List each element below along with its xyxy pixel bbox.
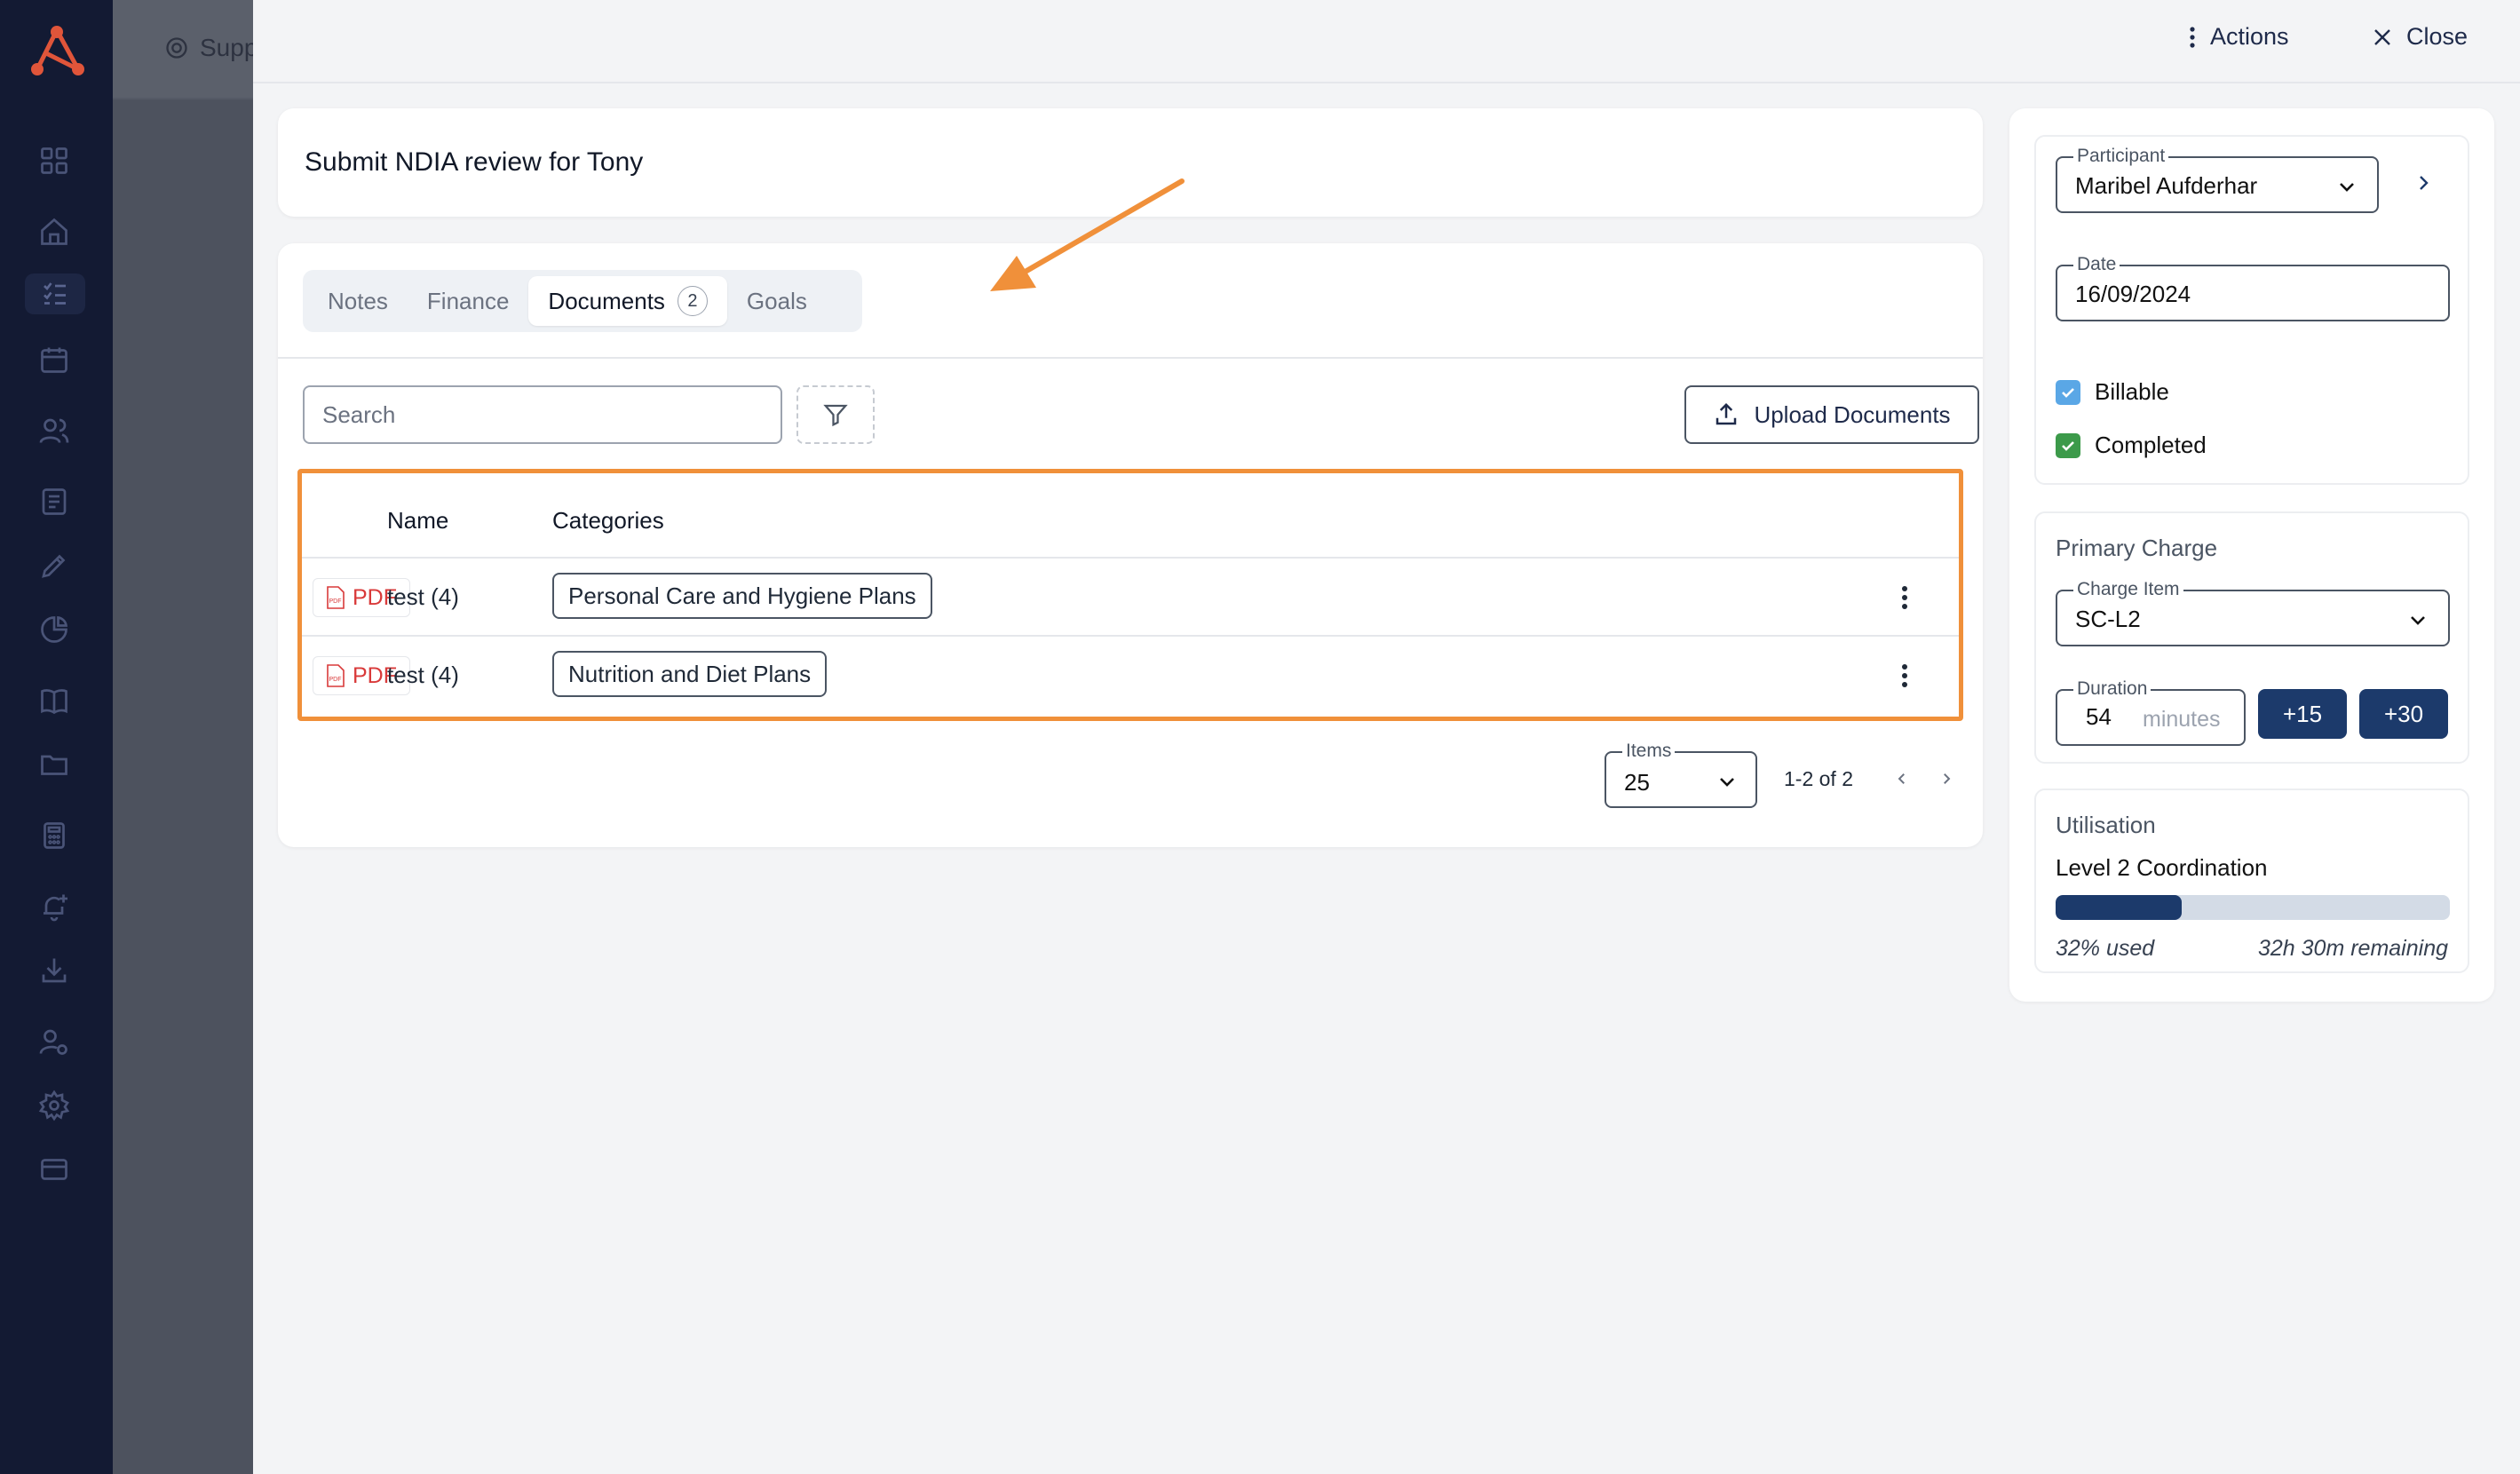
close-icon <box>2374 28 2390 45</box>
utilisation-title: Utilisation <box>2056 812 2156 838</box>
close-button[interactable]: Close <box>2373 23 2468 51</box>
add-15-minutes-button[interactable]: +15 <box>2258 689 2347 739</box>
tab-finance[interactable]: Finance <box>408 276 529 326</box>
pdf-file-icon: PDF <box>327 586 345 609</box>
chevron-left-icon <box>1898 773 1905 784</box>
tab-goals[interactable]: Goals <box>727 276 827 326</box>
items-per-page-select[interactable]: Items 25 <box>1605 741 1757 808</box>
participant-select[interactable]: Participant Maribel Aufderhar <box>2056 146 2379 213</box>
document-name[interactable]: test (4) <box>387 583 459 611</box>
items-label: Items <box>1622 741 1676 762</box>
actions-button[interactable]: Actions <box>2189 23 2289 51</box>
upload-documents-button[interactable]: Upload Documents <box>1684 385 1979 444</box>
document-name[interactable]: test (4) <box>387 662 459 689</box>
row-menu-button[interactable] <box>1891 660 1918 692</box>
home-icon[interactable] <box>34 211 75 252</box>
date-field[interactable]: Date 16/09/2024 <box>2056 254 2450 321</box>
credit-card-icon[interactable] <box>34 1149 75 1190</box>
documents-card: Notes Finance Documents 2 Goals Upload D… <box>278 243 1983 847</box>
category-chip: Personal Care and Hygiene Plans <box>552 573 932 619</box>
drawer-header: Actions Close <box>253 0 2520 83</box>
dashboard-icon[interactable] <box>34 140 75 181</box>
details-panel: Participant Maribel Aufderhar Date 16/09… <box>2009 108 2494 1002</box>
calculator-icon[interactable] <box>34 815 75 856</box>
documents-table: Name Categories PDF PDF test (4) Persona… <box>297 469 1963 721</box>
task-title: Submit NDIA review for Tony <box>305 147 644 177</box>
category-chip: Nutrition and Diet Plans <box>552 651 828 697</box>
checkmark-icon <box>2056 379 2080 405</box>
utilisation-category: Level 2 Coordination <box>2056 854 2268 881</box>
bell-plus-icon[interactable] <box>34 886 75 927</box>
filter-button[interactable] <box>796 385 875 444</box>
column-name[interactable]: Name <box>387 507 448 535</box>
chevron-down-icon <box>1720 778 1734 787</box>
people-icon[interactable] <box>34 410 75 451</box>
add-30-minutes-button[interactable]: +30 <box>2359 689 2448 739</box>
table-row[interactable]: PDF PDF test (4) Nutrition and Diet Plan… <box>302 635 1959 711</box>
checkmark-icon <box>2056 432 2080 458</box>
tab-documents[interactable]: Documents 2 <box>528 276 727 326</box>
folder-icon[interactable] <box>34 744 75 785</box>
row-menu-button[interactable] <box>1891 582 1918 614</box>
upload-icon <box>1716 402 1737 425</box>
svg-text:PDF: PDF <box>329 677 342 683</box>
pie-chart-icon[interactable] <box>34 609 75 650</box>
primary-charge-section: Primary Charge Charge Item SC-L2 Duratio… <box>2034 511 2469 764</box>
gear-icon[interactable] <box>34 1085 75 1126</box>
primary-charge-title: Primary Charge <box>2056 535 2218 561</box>
pdf-file-icon: PDF <box>327 664 345 687</box>
tasks-icon[interactable] <box>25 273 85 314</box>
documents-count-badge: 2 <box>677 286 708 316</box>
search-input[interactable] <box>303 385 782 444</box>
book-icon[interactable] <box>34 680 75 721</box>
svg-text:PDF: PDF <box>329 598 342 605</box>
billable-checkbox[interactable]: Billable <box>2056 378 2169 406</box>
utilisation-progress-bar <box>2056 895 2450 920</box>
filter-icon <box>823 404 848 427</box>
pagination-range: 1-2 of 2 <box>1784 767 1853 790</box>
notes-icon[interactable] <box>34 481 75 522</box>
table-row[interactable]: PDF PDF test (4) Personal Care and Hygie… <box>302 559 1959 635</box>
task-title-card: Submit NDIA review for Tony <box>278 108 1983 217</box>
background-page: Supp <box>113 0 258 1474</box>
duration-input[interactable]: Duration 54 minutes <box>2056 678 2246 746</box>
download-icon[interactable] <box>34 950 75 991</box>
charge-item-select[interactable]: Charge Item SC-L2 <box>2056 579 2450 646</box>
previous-page-button[interactable] <box>1889 765 1915 792</box>
pen-icon[interactable] <box>34 545 75 586</box>
utilisation-used: 32% used <box>2056 936 2155 961</box>
column-categories[interactable]: Categories <box>552 507 664 535</box>
completed-checkbox[interactable]: Completed <box>2056 432 2207 459</box>
tab-bar: Notes Finance Documents 2 Goals <box>303 270 862 332</box>
participant-section: Participant Maribel Aufderhar Date 16/09… <box>2034 135 2469 485</box>
nav-rail <box>0 0 113 1474</box>
task-drawer: Actions Close Submit NDIA review for Ton… <box>253 0 2520 1474</box>
tab-notes[interactable]: Notes <box>308 276 408 326</box>
divider <box>278 357 1983 359</box>
chevron-right-icon <box>1944 773 1951 784</box>
app-logo[interactable] <box>25 23 89 80</box>
background-breadcrumb: Supp <box>164 34 258 62</box>
calendar-icon[interactable] <box>34 339 75 380</box>
table-header: Name Categories <box>302 473 1959 559</box>
support-icon <box>166 37 187 59</box>
next-page-button[interactable] <box>1933 765 1960 792</box>
user-settings-icon[interactable] <box>34 1021 75 1062</box>
utilisation-remaining: 32h 30m remaining <box>2257 936 2448 961</box>
utilisation-section: Utilisation Level 2 Coordination 32% use… <box>2034 789 2469 973</box>
chevron-down-icon <box>2340 183 2354 192</box>
chevron-down-icon <box>2411 616 2425 625</box>
chevron-right-icon[interactable] <box>2413 172 2434 194</box>
more-vertical-icon <box>2190 26 2195 48</box>
